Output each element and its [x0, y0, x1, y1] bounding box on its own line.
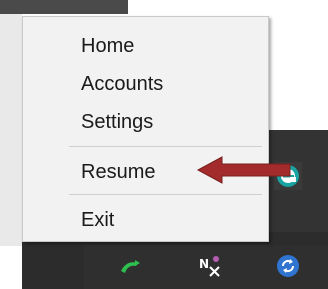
menu-item-label: Exit — [81, 208, 115, 231]
tray-icons: N — [90, 248, 328, 284]
menu-item-exit[interactable]: Exit — [23, 203, 268, 237]
background-window-strip — [0, 0, 128, 14]
onenote-icon[interactable]: N — [196, 253, 222, 279]
menu-item-home[interactable]: Home — [23, 29, 268, 63]
context-menu: Home Accounts Settings Resume Exit — [22, 16, 269, 242]
background-window — [0, 14, 22, 246]
menu-separator — [69, 194, 262, 195]
menu-item-label: Settings — [81, 110, 154, 133]
menu-item-resume[interactable]: Resume — [23, 155, 268, 189]
e-app-icon[interactable] — [274, 162, 302, 190]
menu-item-accounts[interactable]: Accounts — [23, 67, 268, 101]
menu-item-label: Home — [81, 34, 135, 57]
menu-item-label: Resume — [81, 160, 156, 183]
sync-icon[interactable] — [275, 253, 301, 279]
menu-item-settings[interactable]: Settings — [23, 105, 268, 139]
phone-green-icon[interactable] — [117, 253, 143, 279]
svg-text:N: N — [199, 257, 209, 271]
menu-item-label: Accounts — [81, 72, 164, 95]
menu-separator — [69, 146, 262, 147]
